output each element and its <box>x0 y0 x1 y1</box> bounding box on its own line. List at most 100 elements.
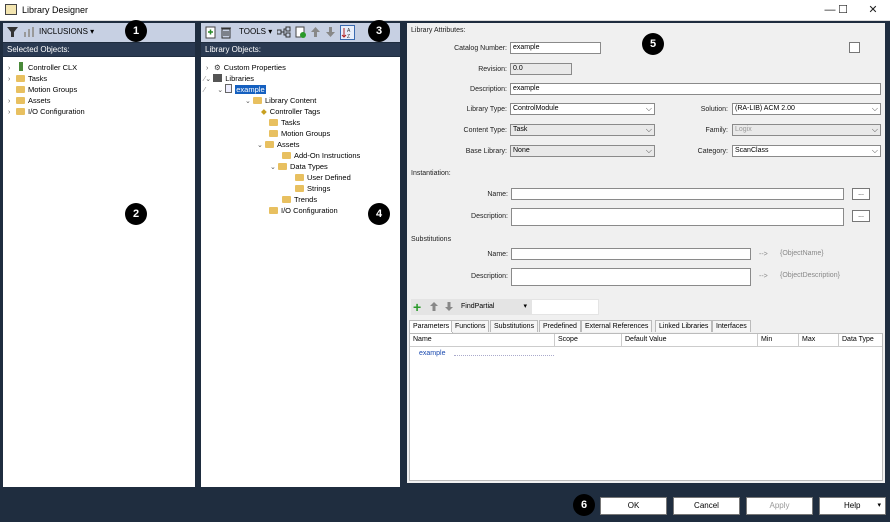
tree-item-controller-tags[interactable]: ◆ Controller Tags <box>261 106 320 117</box>
chart-icon[interactable] <box>23 26 35 40</box>
instantiation-description-ellipsis-button[interactable]: ... <box>852 210 870 222</box>
column-header-data-type[interactable]: Data Type <box>839 334 882 346</box>
substitutions-description-arrow: --> <box>759 273 768 280</box>
substitutions-description-field[interactable] <box>511 268 751 286</box>
tree-item-libraries[interactable]: ⁄⌄ Libraries <box>204 73 254 84</box>
tree-item-custom-properties[interactable]: › ⚙ Custom Properties <box>206 62 286 73</box>
checkbox[interactable] <box>849 42 860 53</box>
parameters-grid: Name Scope Default Value Min Max Data Ty… <box>409 333 883 481</box>
family-select[interactable]: Logix <box>732 124 881 136</box>
help-button[interactable]: Help ▾ <box>819 497 886 515</box>
tree-item-strings[interactable]: Strings <box>295 183 330 194</box>
library-icon <box>213 74 223 82</box>
folder-icon <box>282 196 291 203</box>
base-library-select[interactable]: None <box>510 145 655 157</box>
tree-item-io-configuration[interactable]: I/O Configuration <box>269 205 338 216</box>
tab-interfaces[interactable]: Interfaces <box>712 320 751 332</box>
instantiation-name-ellipsis-button[interactable]: ... <box>852 188 870 200</box>
tree-item-motion-groups[interactable]: Motion Groups <box>8 84 77 95</box>
inclusions-dropdown[interactable]: INCLUSIONS ▾ <box>39 27 94 36</box>
tab-external-references[interactable]: External References <box>581 320 653 332</box>
chevron-down-icon: ▾ <box>877 502 881 509</box>
instantiation-name-field[interactable] <box>511 188 844 200</box>
chevron-down-icon[interactable]: ⌄ <box>270 162 278 173</box>
tree-item-assets[interactable]: › Assets <box>8 95 51 106</box>
chevron-down-icon[interactable]: ⌄ <box>245 96 253 107</box>
table-row[interactable]: example <box>410 349 882 360</box>
pin-icon: ⁄ <box>204 85 206 94</box>
grid-header: Name Scope Default Value Min Max Data Ty… <box>410 334 882 347</box>
tree-item-motion-groups[interactable]: Motion Groups <box>269 128 330 139</box>
hierarchy-icon[interactable] <box>276 26 291 40</box>
cancel-button[interactable]: Cancel <box>673 497 740 515</box>
library-type-label: Library Type: <box>466 106 507 113</box>
tab-linked-libraries[interactable]: Linked Libraries <box>655 320 713 332</box>
ok-button[interactable]: OK <box>600 497 667 515</box>
tree-item-trends[interactable]: Trends <box>282 194 317 205</box>
window-title: Library Designer <box>22 5 89 15</box>
tree-item-controller[interactable]: › Controller CLX <box>8 62 77 73</box>
solution-select[interactable]: (RA-LIB) ACM 2.00 <box>732 103 881 115</box>
tree-item-tasks[interactable]: › Tasks <box>8 73 47 84</box>
content-type-label: Content Type: <box>463 127 507 134</box>
callout-badge-2: 2 <box>125 203 147 225</box>
instantiation-title: Instantiation: <box>411 170 451 177</box>
description-field[interactable]: example <box>510 83 881 95</box>
tab-parameters[interactable]: Parameters <box>409 320 454 333</box>
tag-icon: ◆ <box>261 107 267 116</box>
move-up-icon[interactable] <box>429 301 439 314</box>
substitutions-name-field[interactable] <box>511 248 751 260</box>
tree-item-library-content[interactable]: ⌄ Library Content <box>245 95 316 106</box>
folder-open-icon <box>265 141 274 148</box>
tree-item-io-configuration[interactable]: › I/O Configuration <box>8 106 85 117</box>
filter-icon[interactable] <box>7 26 18 40</box>
chevron-down-icon[interactable]: ⌄ <box>257 140 265 151</box>
refresh-file-icon[interactable] <box>295 26 307 41</box>
instantiation-description-field[interactable] <box>511 208 844 226</box>
find-input[interactable] <box>532 300 598 314</box>
column-header-scope[interactable]: Scope <box>555 334 622 346</box>
base-library-label: Base Library: <box>465 148 507 155</box>
close-button[interactable]: ✕ <box>858 0 888 21</box>
tree-item-tasks[interactable]: Tasks <box>269 117 300 128</box>
tab-predefined[interactable]: Predefined <box>539 320 581 332</box>
sort-icon[interactable]: AZ <box>340 25 355 40</box>
substitutions-name-arrow: --> <box>759 251 768 258</box>
tools-dropdown[interactable]: TOOLS ▾ <box>239 27 272 36</box>
apply-button[interactable]: Apply <box>746 497 813 515</box>
move-down-icon[interactable] <box>444 301 454 314</box>
library-type-select[interactable]: ControlModule <box>510 103 655 115</box>
move-down-icon[interactable] <box>325 26 336 40</box>
attributes-panel: Library Attributes: Catalog Number: exam… <box>407 23 885 483</box>
callout-badge-6: 6 <box>573 494 595 516</box>
catalog-number-field[interactable]: example <box>510 42 601 54</box>
column-header-default-value[interactable]: Default Value <box>622 334 758 346</box>
chevron-right-icon[interactable]: › <box>8 107 16 118</box>
move-up-icon[interactable] <box>310 26 321 40</box>
tree-item-add-on-instructions[interactable]: Add-On Instructions <box>282 150 360 161</box>
find-mode-dropdown[interactable]: FindPartial ▾ <box>461 301 529 313</box>
revision-label: Revision: <box>478 66 507 73</box>
column-header-min[interactable]: Min <box>758 334 799 346</box>
tree-item-assets[interactable]: ⌄ Assets <box>257 139 300 150</box>
revision-field[interactable]: 0.0 <box>510 63 572 75</box>
tab-substitutions[interactable]: Substitutions <box>490 320 539 332</box>
tree-item-user-defined[interactable]: User Defined <box>295 172 351 183</box>
add-icon[interactable]: + <box>413 300 421 314</box>
new-item-icon[interactable] <box>205 26 217 41</box>
column-header-max[interactable]: Max <box>799 334 839 346</box>
folder-icon <box>16 97 25 104</box>
chevron-down-icon[interactable]: ⌄ <box>217 85 225 96</box>
content-type-select[interactable]: Task <box>510 124 655 136</box>
document-icon <box>225 84 233 93</box>
library-attributes-title: Library Attributes: <box>411 27 466 34</box>
selected-objects-tree: › Controller CLX › Tasks Motion Groups › As… <box>3 57 195 487</box>
tree-item-example[interactable]: ⁄ ⌄ example <box>204 84 266 95</box>
tree-item-data-types[interactable]: ⌄ Data Types <box>270 161 328 172</box>
category-select[interactable]: ScanClass <box>732 145 881 157</box>
tab-functions[interactable]: Functions <box>451 320 490 332</box>
maximize-button[interactable]: ☐ <box>828 0 858 21</box>
folder-icon <box>269 119 278 126</box>
delete-icon[interactable] <box>220 26 232 41</box>
column-header-name[interactable]: Name <box>410 334 555 346</box>
